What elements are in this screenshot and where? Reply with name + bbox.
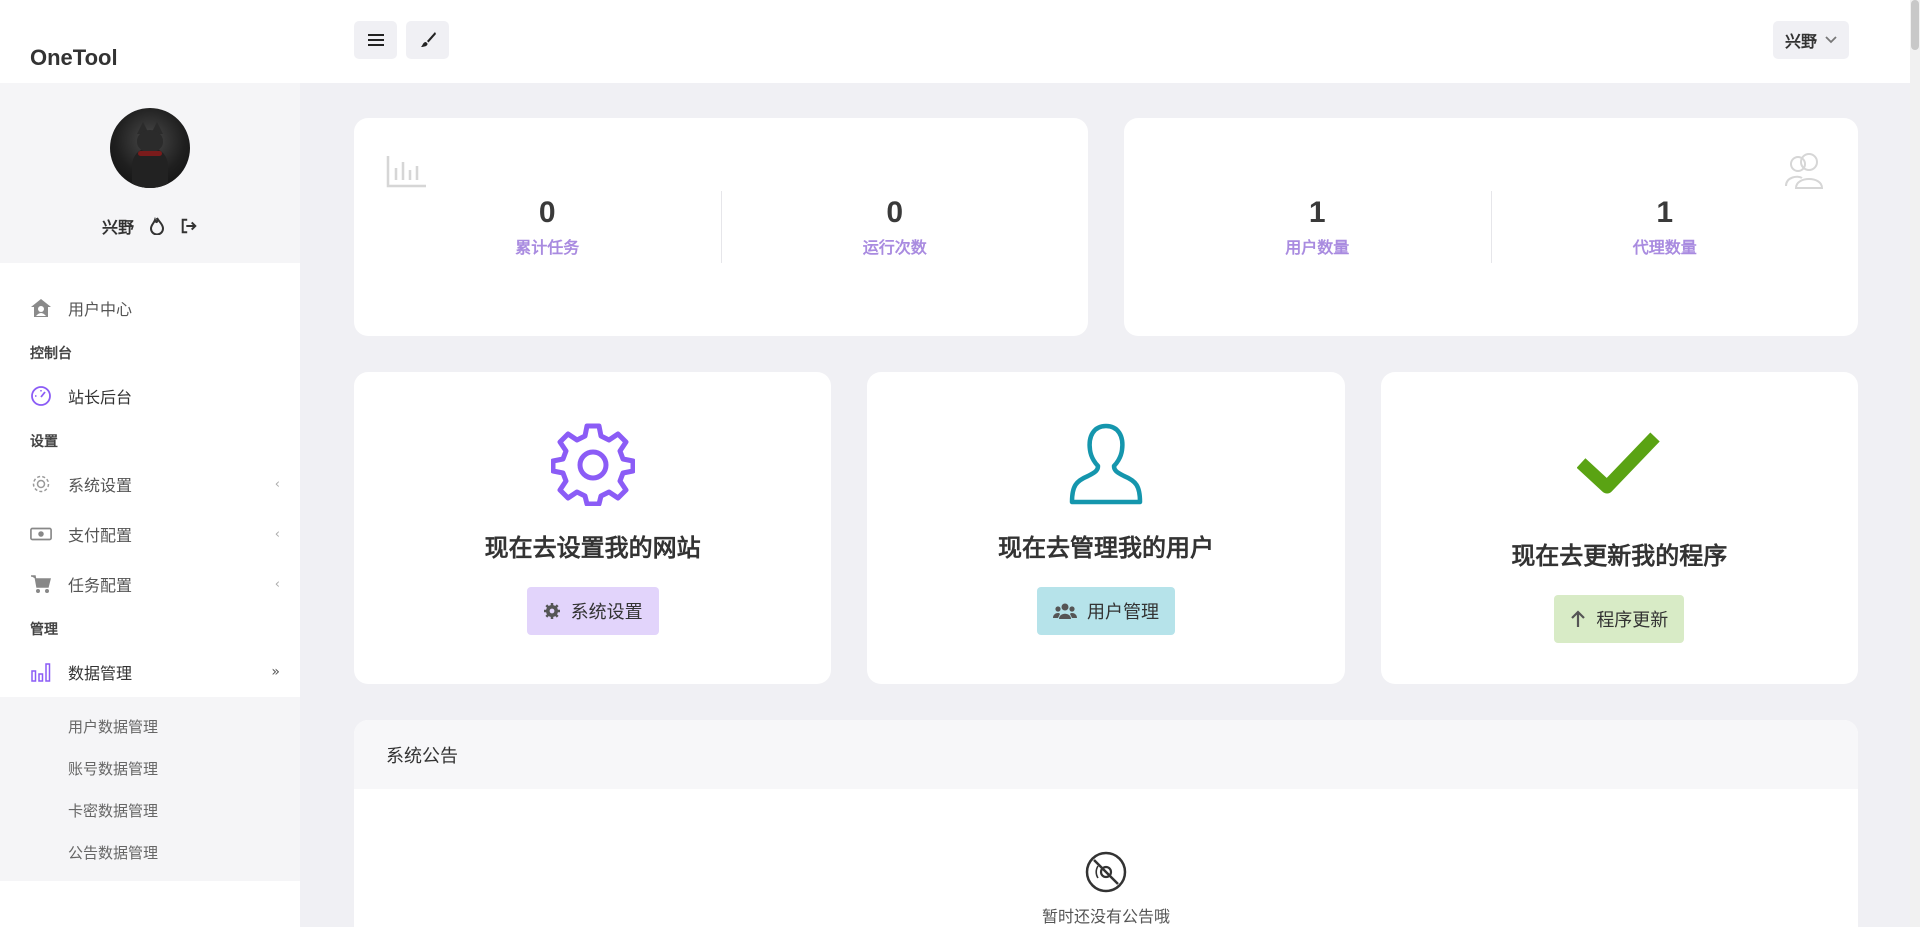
fire-icon[interactable] — [148, 217, 166, 235]
empty-notice-text: 暂时还没有公告哦 — [1041, 907, 1170, 926]
chevron-left-icon: ‹ — [274, 576, 280, 592]
button-label: 用户管理 — [1086, 602, 1159, 623]
task-stats-card: 0 累计任务 0 运行次数 — [354, 118, 1088, 336]
check-icon — [1577, 422, 1661, 506]
user-dropdown-label: 兴野 — [1784, 32, 1817, 51]
data-management-submenu: 用户数据管理 账号数据管理 卡密数据管理 公告数据管理 — [0, 697, 300, 881]
logout-icon[interactable] — [180, 217, 198, 235]
chevron-down-icon — [1825, 34, 1837, 47]
action-title: 现在去管理我的用户 — [997, 534, 1214, 562]
avatar[interactable] — [110, 108, 190, 188]
users-icon — [1052, 603, 1077, 619]
chevron-left-icon: ‹ — [274, 526, 280, 542]
stat-value: 0 — [886, 196, 904, 229]
arrow-up-icon — [1571, 610, 1586, 627]
gear-icon — [543, 603, 560, 619]
stat-label: 用户数量 — [1285, 238, 1350, 257]
bar-chart-icon — [30, 661, 52, 683]
sidebar: OneTool 兴野 用户中心 控制台 站长后台 设置 系统设置 ‹ 支付配置 … — [0, 0, 300, 927]
stat-label: 运行次数 — [862, 238, 927, 257]
notice-title: 系统公告 — [354, 720, 1858, 789]
sidebar-item-label: 任务配置 — [68, 576, 133, 595]
chevron-double-down-icon: » — [271, 664, 280, 680]
sidebar-item-label: 数据管理 — [68, 664, 133, 683]
scrollbar-thumb[interactable] — [1911, 0, 1919, 50]
system-notice-panel: 系统公告 暂时还没有公告哦 — [354, 720, 1858, 927]
sidebar-item-dashboard[interactable]: 站长后台 — [0, 371, 300, 421]
section-header-manage: 管理 — [30, 622, 58, 638]
stat-value: 0 — [538, 196, 556, 229]
action-card-users: 现在去管理我的用户 用户管理 — [867, 372, 1345, 684]
user-dropdown[interactable]: 兴野 — [1772, 21, 1849, 59]
stat-run-count: 0 运行次数 — [722, 196, 1069, 258]
gear-icon — [30, 473, 52, 495]
system-settings-button[interactable]: 系统设置 — [526, 587, 659, 635]
bar-chart-icon — [386, 154, 428, 192]
button-label: 程序更新 — [1596, 610, 1669, 631]
section-header-console: 控制台 — [30, 346, 72, 362]
submenu-item-user-data[interactable]: 用户数据管理 — [0, 705, 300, 747]
sidebar-item-data-management[interactable]: 数据管理 » — [0, 647, 300, 697]
hamburger-icon — [367, 34, 384, 46]
user-icon — [1064, 422, 1148, 506]
main-content: 0 累计任务 0 运行次数 1 用户数量 1 代理数量 现在去设置我的网站 系统… — [354, 83, 1858, 927]
stat-label: 累计任务 — [515, 238, 580, 257]
submenu-item-card-data[interactable]: 卡密数据管理 — [0, 789, 300, 831]
submenu-item-notice-data[interactable]: 公告数据管理 — [0, 831, 300, 873]
speedometer-icon — [30, 385, 52, 407]
stats-row: 0 累计任务 0 运行次数 1 用户数量 1 代理数量 — [354, 118, 1858, 336]
stat-total-tasks: 0 累计任务 — [374, 196, 721, 258]
cash-icon — [30, 523, 52, 545]
sidebar-item-label: 站长后台 — [68, 388, 133, 407]
brand-logo[interactable]: OneTool — [0, 0, 300, 83]
sidebar-item-label: 用户中心 — [68, 300, 133, 319]
stat-user-count: 1 用户数量 — [1144, 196, 1491, 258]
sidebar-menu: 用户中心 控制台 站长后台 设置 系统设置 ‹ 支付配置 ‹ 任务配置 ‹ 管理… — [0, 263, 300, 881]
notice-body: 暂时还没有公告哦 — [354, 789, 1858, 927]
chevron-left-icon: ‹ — [274, 476, 280, 492]
gear-icon — [550, 422, 635, 506]
sidebar-item-task-config[interactable]: 任务配置 ‹ — [0, 559, 300, 609]
button-label: 系统设置 — [570, 602, 643, 623]
sidebar-item-system-settings[interactable]: 系统设置 ‹ — [0, 459, 300, 509]
sidebar-item-user-center[interactable]: 用户中心 — [0, 283, 300, 333]
empty-disc-icon — [1085, 851, 1127, 897]
user-panel: 兴野 — [0, 83, 300, 263]
page-scrollbar[interactable] — [1910, 0, 1920, 927]
cart-icon — [30, 573, 52, 595]
users-icon — [1784, 150, 1828, 194]
action-title: 现在去设置我的网站 — [484, 534, 701, 562]
user-name: 兴野 — [101, 218, 134, 237]
brush-icon — [420, 32, 436, 47]
stat-value: 1 — [1656, 196, 1674, 229]
sidebar-item-payment-config[interactable]: 支付配置 ‹ — [0, 509, 300, 559]
home-user-icon — [30, 297, 52, 319]
program-update-button[interactable]: 程序更新 — [1554, 595, 1685, 643]
submenu-item-account-data[interactable]: 账号数据管理 — [0, 747, 300, 789]
section-header-settings: 设置 — [30, 434, 58, 450]
user-management-button[interactable]: 用户管理 — [1036, 587, 1175, 635]
action-card-settings: 现在去设置我的网站 系统设置 — [354, 372, 832, 684]
sidebar-item-label: 系统设置 — [68, 476, 133, 495]
theme-brush-button[interactable] — [406, 21, 449, 59]
action-title: 现在去更新我的程序 — [1511, 542, 1728, 570]
action-card-update: 现在去更新我的程序 程序更新 — [1380, 372, 1858, 684]
topbar: 兴野 — [300, 0, 1910, 83]
user-info-row: 兴野 — [102, 214, 198, 238]
user-stats-card: 1 用户数量 1 代理数量 — [1124, 118, 1858, 336]
stat-value: 1 — [1308, 196, 1326, 229]
quick-actions-row: 现在去设置我的网站 系统设置 现在去管理我的用户 用户管理 现在去更新我的程序 … — [354, 372, 1858, 684]
stat-label: 代理数量 — [1632, 238, 1697, 257]
menu-toggle-button[interactable] — [354, 21, 397, 59]
stat-agent-count: 1 代理数量 — [1492, 196, 1839, 258]
sidebar-item-label: 支付配置 — [68, 526, 133, 545]
